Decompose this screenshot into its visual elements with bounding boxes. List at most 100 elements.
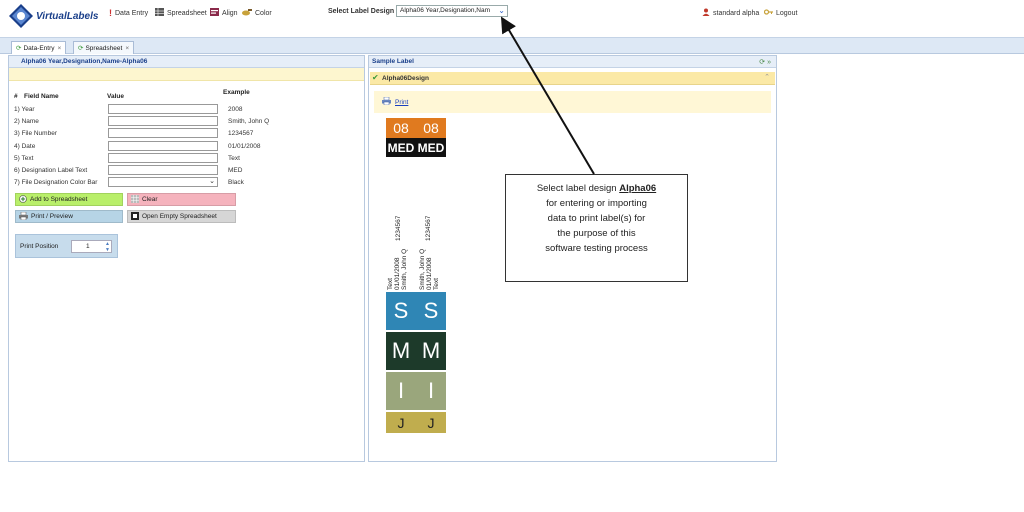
label-design-select[interactable]: Alpha06 Year,Designation,Nam ⌄: [396, 5, 508, 17]
field-label: 6) Designation Label Text: [14, 167, 88, 174]
letter-left: M: [386, 332, 416, 370]
letter-band: SS: [386, 292, 446, 330]
design-bar: ✔ Alpha06Design ⌃: [370, 72, 775, 85]
spinner-arrows-icon[interactable]: ▲ ▼: [105, 241, 110, 253]
nav-data-entry[interactable]: ! Data Entry: [109, 8, 148, 18]
name-right: Smith, John Q: [419, 248, 426, 290]
tab-strip: ⟳ Data-Entry × ⟳ Spreadsheet ×: [0, 37, 1024, 54]
user-menu[interactable]: standard alpha: [702, 8, 759, 18]
print-link[interactable]: Print: [395, 99, 408, 106]
field-row: 1) Year 2008: [14, 104, 264, 116]
col-example-header: Example: [223, 89, 250, 96]
letter-left: J: [386, 412, 416, 433]
file-number-right: 1234567: [425, 215, 432, 241]
designation-left: MED: [386, 138, 416, 157]
color-bar-select[interactable]: ⌄: [108, 177, 218, 188]
data-entry-panel: Alpha06 Year,Designation,Name-Alpha06 # …: [8, 55, 365, 462]
tab-data-entry-label: Data-Entry: [23, 44, 55, 52]
letter-text: I: [427, 378, 435, 403]
field-example: 01/01/2008: [228, 142, 261, 150]
print-position-value: 1: [86, 243, 90, 250]
exclamation-icon: !: [109, 8, 112, 18]
tab-data-entry[interactable]: ⟳ Data-Entry ×: [11, 41, 67, 54]
field-label: 3) File Number: [14, 130, 57, 138]
letter-text: S: [423, 298, 439, 323]
design-name: Alpha06Design: [382, 75, 429, 82]
spreadsheet-icon: [155, 8, 164, 18]
open-empty-label: Open Empty Spreadsheet: [142, 213, 217, 220]
designation-right: MED: [416, 138, 446, 157]
field-row: 2) Name Smith, John Q: [14, 116, 269, 128]
paint-icon: [242, 8, 252, 18]
date-right: 01/01/2008: [426, 257, 433, 290]
nav-align[interactable]: Align: [210, 8, 238, 18]
field-row: 7) File Designation Color Bar ⌄ Black: [14, 177, 264, 189]
key-icon: [763, 8, 773, 18]
field-input[interactable]: [108, 116, 218, 127]
callout-design-name: Alpha06: [619, 183, 657, 194]
field-input[interactable]: [108, 165, 218, 175]
printer-icon: [19, 211, 28, 222]
callout-line1-text: Select label design: [536, 183, 620, 194]
print-position-box: Print Position 1 ▲ ▼: [15, 234, 118, 258]
chevron-down-icon: ⌄: [498, 6, 505, 15]
logout-link[interactable]: Logout: [763, 8, 797, 18]
field-row: 6) Designation Label Text MED: [14, 165, 264, 177]
logo-text: VirtualLabels: [36, 10, 99, 22]
letter-text: I: [397, 378, 405, 403]
app-logo[interactable]: VirtualLabels: [8, 2, 99, 30]
designation-right-text: MED: [417, 140, 445, 155]
align-icon: [210, 8, 219, 18]
field-input[interactable]: [108, 152, 218, 163]
nav-spreadsheet-label: Spreadsheet: [167, 9, 207, 17]
add-to-spreadsheet-button[interactable]: Add to Spreadsheet: [15, 193, 123, 206]
text-right: Text: [433, 278, 440, 290]
open-empty-spreadsheet-button[interactable]: Open Empty Spreadsheet: [127, 210, 236, 223]
add-button-label: Add to Spreadsheet: [30, 196, 88, 203]
field-example: 1234567: [228, 130, 254, 138]
print-preview-button[interactable]: Print / Preview: [15, 210, 123, 223]
field-example: Black: [228, 179, 244, 187]
user-name: standard alpha: [713, 9, 760, 17]
letter-text: M: [391, 338, 411, 363]
printer-icon: [382, 96, 391, 107]
field-input[interactable]: [108, 128, 218, 139]
letter-right: S: [416, 292, 446, 330]
print-position-label: Print Position: [20, 243, 59, 250]
tab-icon: ⟳: [16, 45, 22, 52]
designation-band: MED MED: [386, 138, 446, 157]
field-input[interactable]: [108, 140, 218, 151]
refresh-expand-icon[interactable]: ⟳ »: [759, 58, 771, 66]
print-button-label: Print / Preview: [31, 213, 73, 220]
callout-line2: for entering or importing: [546, 198, 647, 209]
nav-align-label: Align: [222, 9, 238, 17]
tab-spreadsheet[interactable]: ⟳ Spreadsheet ×: [73, 41, 135, 54]
year-band: 08 08: [386, 118, 446, 138]
letter-left: I: [386, 372, 416, 410]
checkmark-icon: ✔: [372, 73, 379, 82]
clear-button[interactable]: Clear: [127, 193, 236, 206]
letter-text: S: [393, 298, 409, 323]
letter-text: J: [427, 414, 435, 431]
field-label: 7) File Designation Color Bar: [14, 179, 98, 187]
date-left: 01/01/2008: [394, 257, 401, 290]
top-bar: VirtualLabels ! Data Entry Spreadsheet A…: [0, 0, 1024, 36]
callout-line4: the purpose of this: [557, 228, 636, 239]
close-icon[interactable]: ×: [58, 45, 62, 52]
field-input[interactable]: [108, 104, 218, 114]
collapse-icon[interactable]: ⌃: [764, 73, 770, 81]
letter-right: M: [416, 332, 446, 370]
field-example: Text: [228, 154, 240, 162]
print-position-spinner[interactable]: 1 ▲ ▼: [71, 240, 112, 253]
field-label: 5) Text: [14, 154, 34, 162]
nav-color-label: Color: [255, 9, 272, 17]
close-icon[interactable]: ×: [125, 45, 129, 52]
chevron-down-icon: ⌄: [209, 178, 215, 186]
nav-spreadsheet[interactable]: Spreadsheet: [155, 8, 207, 18]
nav-color[interactable]: Color: [242, 8, 272, 18]
field-row: 3) File Number 1234567: [14, 128, 264, 140]
letter-left: S: [386, 292, 416, 330]
letter-text: M: [421, 338, 441, 363]
col-num-header: #: [14, 93, 18, 100]
field-row: 4) Date 01/01/2008: [14, 140, 264, 153]
